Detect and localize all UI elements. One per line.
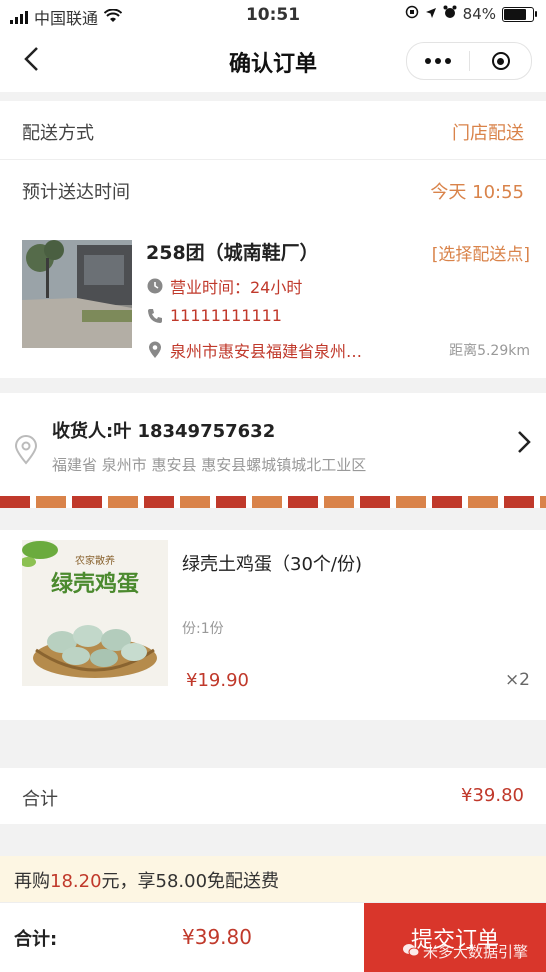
phone-icon (146, 307, 164, 325)
store-photo (22, 240, 132, 348)
goods-title: 绿壳土鸡蛋（30个/份) (182, 554, 362, 575)
footer-total-amount: ¥39.80 (182, 925, 252, 949)
nav-bar: 确认订单 (0, 30, 546, 92)
miniprogram-capsule (406, 42, 532, 80)
watermark-text: 米多大数据引擎 (422, 943, 528, 961)
goods-price: ¥19.90 (186, 670, 249, 691)
delivery-method-value: 门店配送 (452, 123, 524, 144)
target-icon (491, 52, 510, 70)
eta-row: 预计送达时间 今天 10:55 (0, 160, 546, 218)
eta-label: 预计送达时间 (22, 182, 130, 203)
store-name: 258团（城南鞋厂） (146, 242, 319, 264)
store-address-text: 泉州市惠安县福建省泉州… (170, 342, 363, 361)
chevron-right-icon (516, 429, 532, 459)
wechat-icon (402, 943, 420, 961)
more-menu-button[interactable] (407, 43, 469, 79)
goods-spec: 份:1份 (182, 621, 224, 637)
receiver-address-card[interactable]: 收货人:叶 18349757632 福建省 泉州市 惠安县 惠安县螺城镇城北工业… (0, 393, 546, 496)
store-hours: 营业时间：24小时 (146, 274, 302, 298)
free-shipping-promo: 再购18.20元，享58.00免配送费 (0, 856, 546, 902)
store-phone-text: 11111111111 (170, 306, 282, 325)
rotation-lock-icon (405, 5, 419, 23)
receiver-name: 收货人:叶 18349757632 (52, 421, 276, 442)
goods-image-tagline: 农家散养 (75, 556, 115, 567)
total-row: 合计 ¥39.80 (0, 768, 546, 824)
eta-value: 今天 10:55 (430, 182, 524, 203)
status-bar: 中国联通 10:51 84% (0, 0, 546, 30)
goods-image: 农家散养 绿壳鸡蛋 (22, 540, 168, 686)
promo-prefix: 再购 (14, 871, 50, 892)
store-card: 258团（城南鞋厂） [选择配送点] 营业时间：24小时 11111111111… (0, 218, 546, 378)
location-icon (425, 5, 437, 23)
delivery-method-row[interactable]: 配送方式 门店配送 (0, 101, 546, 159)
total-value: ¥39.80 (461, 785, 524, 806)
promo-amount: 18.20 (50, 871, 102, 892)
promo-suffix: 元，享58.00免配送费 (101, 871, 280, 892)
envelope-stripe (0, 496, 546, 508)
submit-order-button[interactable]: 提交订单 米多大数据引擎 (364, 903, 546, 972)
watermark: 米多大数据引擎 (402, 941, 528, 962)
goods-quantity: ×2 (504, 670, 530, 690)
location-pin-icon (14, 435, 38, 469)
alarm-icon (443, 5, 457, 23)
store-phone[interactable]: 11111111111 (146, 306, 282, 325)
goods-image-title: 绿壳鸡蛋 (50, 572, 139, 597)
checkout-bar: 合计: ¥39.80 提交订单 米多大数据引擎 (0, 902, 546, 972)
receiver-address: 福建省 泉州市 惠安县 惠安县螺城镇城北工业区 (52, 456, 367, 474)
store-distance: 距离5.29km (449, 343, 530, 359)
footer-total-label: 合计: (14, 929, 58, 950)
delivery-method-label: 配送方式 (22, 123, 94, 144)
battery-percent: 84% (462, 5, 496, 23)
goods-item: 农家散养 绿壳鸡蛋 绿壳土鸡蛋（30个/份) 份:1份 ¥19.90 ×2 (0, 530, 546, 720)
store-hours-text: 营业时间：24小时 (170, 278, 303, 297)
clock-icon (146, 277, 164, 295)
store-address: 泉州市惠安县福建省泉州… (146, 338, 362, 362)
close-miniprogram-button[interactable] (470, 43, 531, 79)
battery-icon (502, 6, 537, 22)
map-pin-icon (146, 341, 164, 359)
status-right: 84% (405, 5, 537, 23)
select-pickup-point-link[interactable]: [选择配送点] (432, 240, 530, 265)
total-label: 合计 (22, 789, 58, 810)
